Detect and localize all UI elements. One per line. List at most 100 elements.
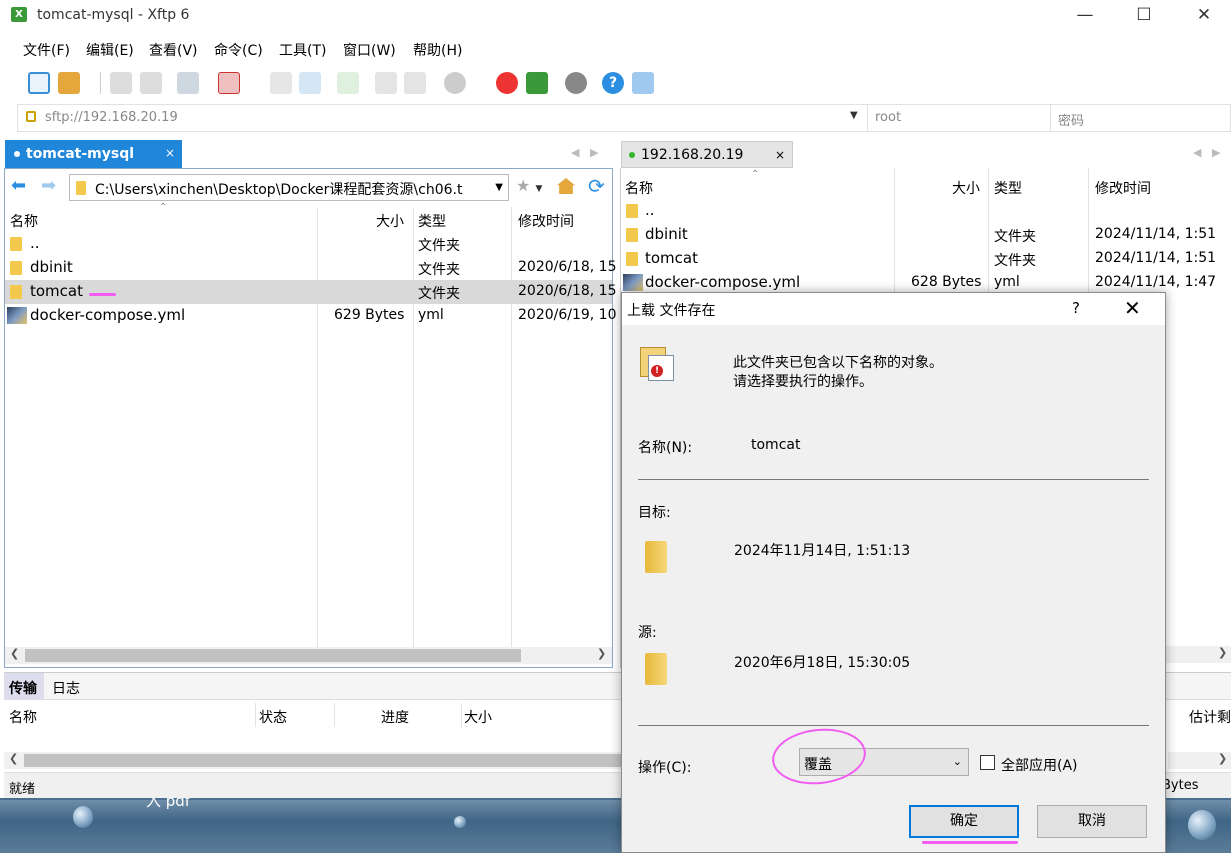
file-modified: 2024/11/14, 1:51 (1095, 226, 1217, 242)
tab-nav-arrows[interactable]: ◀ ▶ (571, 146, 598, 159)
horizontal-scrollbar[interactable]: ❯ (1166, 646, 1231, 663)
menu-view[interactable]: 查看(V) (149, 40, 198, 60)
xftp-icon[interactable] (526, 72, 548, 94)
header-size[interactable]: 大小 (376, 211, 404, 231)
chevron-down-icon[interactable]: ⌄ (953, 755, 962, 768)
copy-icon[interactable] (375, 72, 397, 94)
file-row[interactable]: .. 文件夹 (5, 232, 612, 256)
back-arrow-icon[interactable]: ⬅ (11, 177, 33, 195)
status-dot-icon (14, 151, 20, 157)
horizontal-scrollbar[interactable]: ❮ (4, 752, 621, 769)
home-icon[interactable] (557, 178, 575, 194)
scroll-thumb[interactable] (25, 649, 521, 662)
file-row-selected[interactable]: tomcat 文件夹 2020/6/18, 15 (5, 280, 617, 304)
header-size[interactable]: 大小 (952, 178, 980, 198)
connect-icon[interactable] (110, 72, 132, 94)
maximize-button[interactable]: ☐ (1121, 0, 1167, 32)
tab-close-icon[interactable]: × (775, 148, 785, 162)
folder-icon (626, 228, 638, 242)
bookmark-star-icon[interactable]: ★ ▼ (516, 176, 542, 195)
transfer-icon[interactable] (218, 72, 240, 94)
local-path-input[interactable]: C:\Users\xinchen\Desktop\Docker课程配套资源\ch… (69, 174, 509, 201)
download-icon[interactable] (299, 72, 321, 94)
username-input[interactable]: root (875, 110, 901, 125)
header-modified[interactable]: 修改时间 (1095, 178, 1151, 198)
help-button[interactable]: ? (1072, 299, 1080, 317)
file-row[interactable]: dbinit 文件夹 2024/11/14, 1:51 (621, 223, 1231, 247)
horizontal-scrollbar[interactable]: ❮ ❯ (5, 647, 612, 664)
window-title: tomcat-mysql - Xftp 6 (37, 7, 190, 23)
close-button[interactable]: ✕ (1181, 0, 1227, 32)
scroll-left-icon[interactable]: ❮ (10, 647, 19, 660)
sync-icon[interactable] (337, 72, 359, 94)
file-type: yml (418, 307, 444, 323)
tab-transfer[interactable]: 传输 (4, 673, 44, 700)
header-eta[interactable]: 估计剩 (1189, 707, 1231, 727)
scroll-right-icon[interactable]: ❯ (1218, 752, 1227, 765)
properties-icon[interactable] (177, 72, 199, 94)
forward-arrow-icon[interactable]: ➡ (41, 177, 63, 195)
tab-remote-host[interactable]: 192.168.20.19 × (621, 141, 793, 168)
file-modified: 2020/6/19, 10 (518, 307, 617, 323)
paste-icon[interactable] (404, 72, 426, 94)
header-name[interactable]: 名称 (625, 178, 653, 198)
folder-icon (645, 653, 667, 685)
host-input[interactable]: sftp://192.168.20.19 (45, 110, 178, 125)
scroll-thumb[interactable] (24, 754, 621, 767)
header-modified[interactable]: 修改时间 (518, 211, 574, 231)
scroll-right-icon[interactable]: ❯ (1218, 646, 1227, 659)
xshell-icon[interactable] (496, 72, 518, 94)
address-bar[interactable]: sftp://192.168.20.19 ▼ root 密码 (17, 104, 1231, 132)
password-input[interactable]: 密码 (1058, 110, 1084, 129)
refresh-icon[interactable]: ⟳ (588, 174, 605, 198)
menu-file[interactable]: 文件(F) (23, 40, 70, 60)
scroll-left-icon[interactable]: ❮ (9, 752, 18, 765)
globe-icon[interactable] (444, 72, 466, 94)
file-row[interactable]: docker-compose.yml 629 Bytes yml 2020/6/… (5, 304, 617, 328)
file-modified: 2024/11/14, 1:51 (1095, 250, 1217, 266)
file-name: dbinit (30, 258, 73, 276)
menu-window[interactable]: 窗口(W) (343, 40, 396, 60)
header-status[interactable]: 状态 (259, 707, 287, 727)
minimize-button[interactable]: — (1062, 0, 1108, 32)
ok-button[interactable]: 确定 (909, 805, 1019, 838)
header-name[interactable]: 名称 (9, 707, 37, 727)
horizontal-scrollbar[interactable]: ❯ (1168, 752, 1231, 769)
menu-help[interactable]: 帮助(H) (413, 40, 462, 60)
menu-bar: 文件(F) 编辑(E) 查看(V) 命令(C) 工具(T) 窗口(W) 帮助(H… (0, 36, 600, 62)
file-name: tomcat (645, 249, 698, 267)
disconnect-icon[interactable] (140, 72, 162, 94)
help-icon[interactable]: ? (602, 72, 624, 94)
tab-tomcat-mysql[interactable]: tomcat-mysql × (5, 140, 182, 168)
gear-icon[interactable] (565, 72, 587, 94)
status-text: 就绪 (9, 782, 36, 797)
cancel-button[interactable]: 取消 (1037, 805, 1147, 838)
header-name[interactable]: 名称 (10, 211, 38, 231)
dialog-close-button[interactable]: ✕ (1124, 296, 1141, 320)
open-folder-icon[interactable] (58, 72, 80, 94)
scroll-right-icon[interactable]: ❯ (597, 647, 606, 660)
file-row[interactable]: tomcat 文件夹 2024/11/14, 1:51 (621, 247, 1231, 271)
chevron-down-icon[interactable]: ▼ (850, 110, 858, 121)
new-session-icon[interactable] (28, 72, 50, 94)
apply-all-checkbox[interactable] (980, 755, 995, 770)
menu-edit[interactable]: 编辑(E) (86, 40, 134, 60)
menu-command[interactable]: 命令(C) (214, 40, 263, 60)
folder-icon (10, 261, 22, 275)
menu-tools[interactable]: 工具(T) (279, 40, 326, 60)
file-row[interactable]: .. (621, 199, 1231, 223)
upload-icon[interactable] (270, 72, 292, 94)
tab-close-icon[interactable]: × (165, 146, 175, 160)
tab-nav-arrows[interactable]: ◀ ▶ (1193, 146, 1220, 159)
file-row[interactable]: dbinit 文件夹 2020/6/18, 15 (5, 256, 617, 280)
header-type[interactable]: 类型 (994, 178, 1022, 198)
header-size[interactable]: 大小 (464, 707, 492, 727)
header-progress[interactable]: 进度 (381, 707, 409, 727)
chat-icon[interactable] (632, 72, 654, 94)
folder-icon (645, 541, 667, 573)
apply-all-label[interactable]: 全部应用(A) (1001, 755, 1078, 775)
tab-log[interactable]: 日志 (52, 678, 80, 698)
chevron-down-icon[interactable]: ▼ (495, 182, 503, 193)
file-type: 文件夹 (994, 253, 1036, 269)
header-type[interactable]: 类型 (418, 211, 446, 231)
